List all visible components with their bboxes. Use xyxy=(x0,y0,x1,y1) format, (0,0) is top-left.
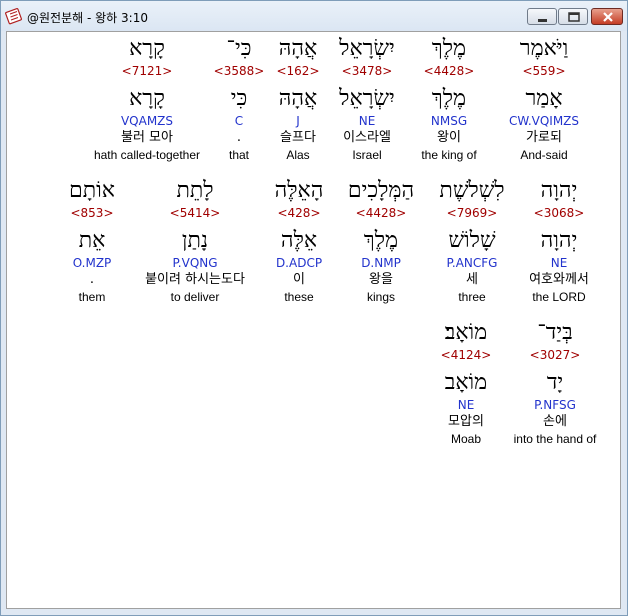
parsing-code: VQAMZS xyxy=(120,114,174,128)
close-button[interactable] xyxy=(591,8,623,25)
word-cell[interactable]: מוֹאָב׃ <4124> מוֹאָב NE 모압의 Moab xyxy=(391,319,541,447)
english-gloss: them xyxy=(78,290,106,304)
korean-gloss: . xyxy=(89,272,95,287)
book-icon xyxy=(5,7,23,25)
parsing-code: NE xyxy=(457,398,475,412)
minimize-button[interactable] xyxy=(527,8,557,25)
parsing-code: O.MZP xyxy=(72,256,112,270)
korean-gloss: 불러 모아 xyxy=(121,130,173,145)
hebrew-word: קָרָא xyxy=(129,36,165,61)
lemma-word: קָרָא xyxy=(129,86,165,111)
english-gloss: Moab xyxy=(450,432,482,446)
strong-number: <4124> xyxy=(440,348,492,362)
title-bar[interactable]: @원전분해 - 왕하 3:10 xyxy=(1,1,627,31)
window-title: @원전분해 - 왕하 3:10 xyxy=(27,11,148,25)
korean-gloss: 모압의 xyxy=(448,414,484,429)
strong-number: <7121> xyxy=(121,64,173,78)
english-gloss: hath called-together xyxy=(93,148,201,162)
lemma-word: אֵת xyxy=(78,228,106,253)
app-window: @원전분해 - 왕하 3:10 וַיֹּאמֶר <559> אָמַר CW.VQ… xyxy=(0,0,628,616)
interlinear-panel[interactable]: וַיֹּאמֶר <559> אָמַר CW.VQIMZS 가로되 And-said מ… xyxy=(6,31,621,609)
maximize-icon xyxy=(568,12,580,22)
lemma-word: מוֹאָב xyxy=(444,370,488,395)
word-cell[interactable]: קָרָא <7121> קָרָא VQAMZS 불러 모아 hath called-t… xyxy=(72,35,222,163)
word-cell[interactable]: אוֹתָם <853> אֵת O.MZP. them xyxy=(17,177,167,305)
hebrew-word: אוֹתָם xyxy=(69,178,115,203)
close-icon xyxy=(603,12,613,22)
maximize-button[interactable] xyxy=(558,8,588,25)
minimize-icon xyxy=(538,19,547,22)
hebrew-word: מוֹאָב׃ xyxy=(444,320,488,345)
strong-number: <853> xyxy=(70,206,114,220)
